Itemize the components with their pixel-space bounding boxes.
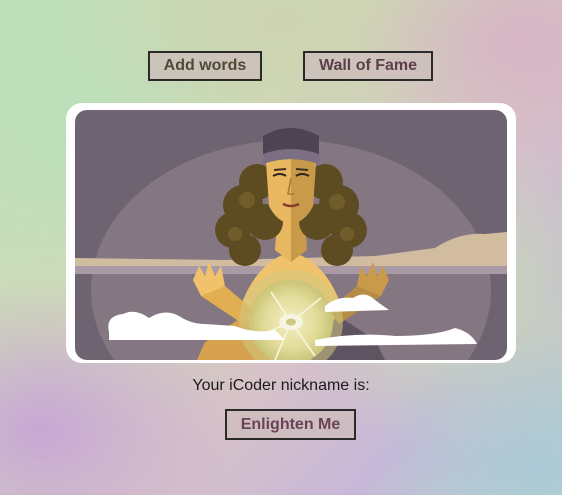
add-words-button[interactable]: Add words [148,51,262,81]
enlighten-me-button[interactable]: Enlighten Me [225,409,356,440]
nickname-prompt: Your iCoder nickname is: [192,377,370,394]
top-nav: Add words Wall of Fame [0,51,562,83]
wall-of-fame-button[interactable]: Wall of Fame [303,51,433,81]
illustration-card [66,103,516,363]
fortune-teller-illustration [75,110,507,360]
